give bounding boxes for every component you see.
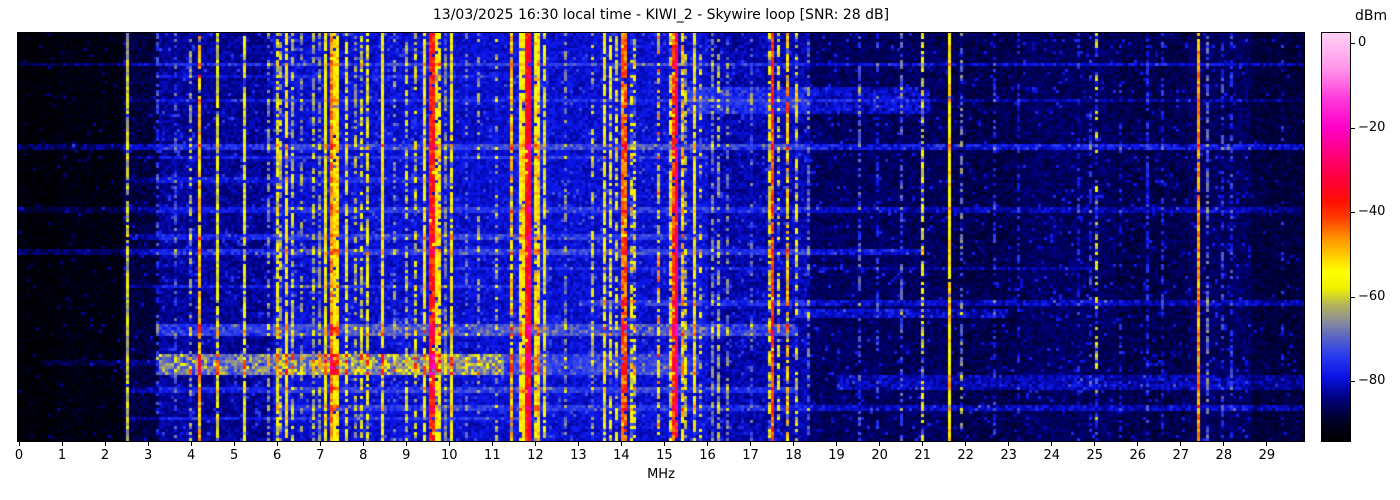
chart-title: 13/03/2025 16:30 local time - KIWI_2 - S… bbox=[432, 7, 890, 23]
x-tick-label: 10 bbox=[441, 448, 458, 463]
x-tick bbox=[1051, 442, 1053, 446]
x-tick-label: 13 bbox=[570, 448, 587, 463]
x-tick-label: 23 bbox=[1000, 448, 1017, 463]
colorbar-canvas bbox=[1321, 32, 1351, 442]
x-axis-label: MHz bbox=[647, 467, 675, 482]
colorbar-tick bbox=[1351, 127, 1355, 129]
colorbar-title: dBm bbox=[1355, 8, 1388, 24]
colorbar-tick-label: −20 bbox=[1358, 119, 1386, 135]
x-tick-label: 4 bbox=[186, 448, 196, 463]
x-tick bbox=[491, 442, 493, 446]
x-tick bbox=[1223, 442, 1225, 446]
x-tick-label: 25 bbox=[1086, 448, 1104, 463]
x-tick-label: 1 bbox=[57, 448, 67, 463]
colorbar-tick-label: −60 bbox=[1358, 288, 1386, 304]
x-tick bbox=[793, 442, 795, 446]
x-tick-label: 18 bbox=[785, 448, 802, 463]
x-tick-label: 16 bbox=[699, 448, 716, 463]
colorbar-tick bbox=[1351, 43, 1355, 45]
x-tick-label: 6 bbox=[273, 448, 282, 463]
x-tick-label: 9 bbox=[402, 448, 411, 463]
x-tick-label: 8 bbox=[359, 448, 368, 463]
x-tick-label: 24 bbox=[1043, 448, 1060, 463]
colorbar-tick-label: 0 bbox=[1358, 35, 1367, 51]
x-tick bbox=[706, 442, 708, 446]
x-tick bbox=[405, 442, 407, 446]
x-tick-label: 7 bbox=[316, 448, 325, 463]
spectrogram-figure: 13/03/2025 16:30 local time - KIWI_2 - S… bbox=[0, 0, 1400, 500]
x-tick bbox=[577, 442, 579, 446]
x-tick-label: 19 bbox=[828, 448, 845, 463]
x-tick bbox=[448, 442, 450, 446]
waterfall-heatmap-canvas bbox=[17, 32, 1305, 442]
x-tick-label: 15 bbox=[656, 448, 673, 463]
x-tick bbox=[836, 442, 838, 446]
x-tick bbox=[190, 442, 192, 446]
x-tick bbox=[965, 442, 967, 446]
x-tick-label: 5 bbox=[230, 448, 239, 463]
x-tick bbox=[362, 442, 364, 446]
x-tick bbox=[1094, 442, 1096, 446]
x-tick bbox=[147, 442, 149, 446]
colorbar-tick bbox=[1351, 381, 1355, 383]
x-tick bbox=[1008, 442, 1010, 446]
x-tick-label: 22 bbox=[957, 448, 974, 463]
x-tick-label: 20 bbox=[871, 448, 888, 463]
x-tick bbox=[750, 442, 751, 446]
x-tick bbox=[18, 442, 20, 446]
x-tick bbox=[104, 442, 106, 446]
x-tick-label: 26 bbox=[1129, 448, 1147, 463]
x-tick bbox=[1180, 442, 1182, 446]
x-tick bbox=[663, 442, 665, 446]
x-tick-label: 12 bbox=[527, 448, 544, 463]
x-tick-label: 3 bbox=[143, 448, 153, 463]
x-tick bbox=[1137, 442, 1139, 446]
x-tick bbox=[879, 442, 881, 446]
x-tick-label: 17 bbox=[742, 448, 759, 463]
x-tick-label: 0 bbox=[14, 448, 24, 463]
x-tick bbox=[319, 442, 321, 446]
colorbar-tick-label: −40 bbox=[1358, 204, 1386, 220]
x-tick bbox=[922, 442, 924, 446]
x-tick bbox=[620, 442, 622, 446]
x-tick bbox=[276, 442, 278, 446]
x-tick-label: 27 bbox=[1172, 448, 1190, 463]
x-tick-label: 11 bbox=[484, 448, 501, 463]
x-tick bbox=[233, 442, 235, 446]
colorbar-tick bbox=[1351, 212, 1355, 214]
colorbar-tick bbox=[1351, 296, 1355, 298]
x-tick-label: 2 bbox=[100, 448, 110, 463]
colorbar-tick-label: −80 bbox=[1358, 373, 1386, 389]
x-tick bbox=[1266, 442, 1268, 446]
x-tick-label: 29 bbox=[1258, 448, 1276, 463]
x-tick-label: 14 bbox=[613, 448, 630, 463]
x-tick bbox=[61, 442, 63, 446]
x-tick bbox=[534, 442, 536, 446]
x-tick-label: 28 bbox=[1215, 448, 1233, 463]
x-tick-label: 21 bbox=[914, 448, 931, 463]
